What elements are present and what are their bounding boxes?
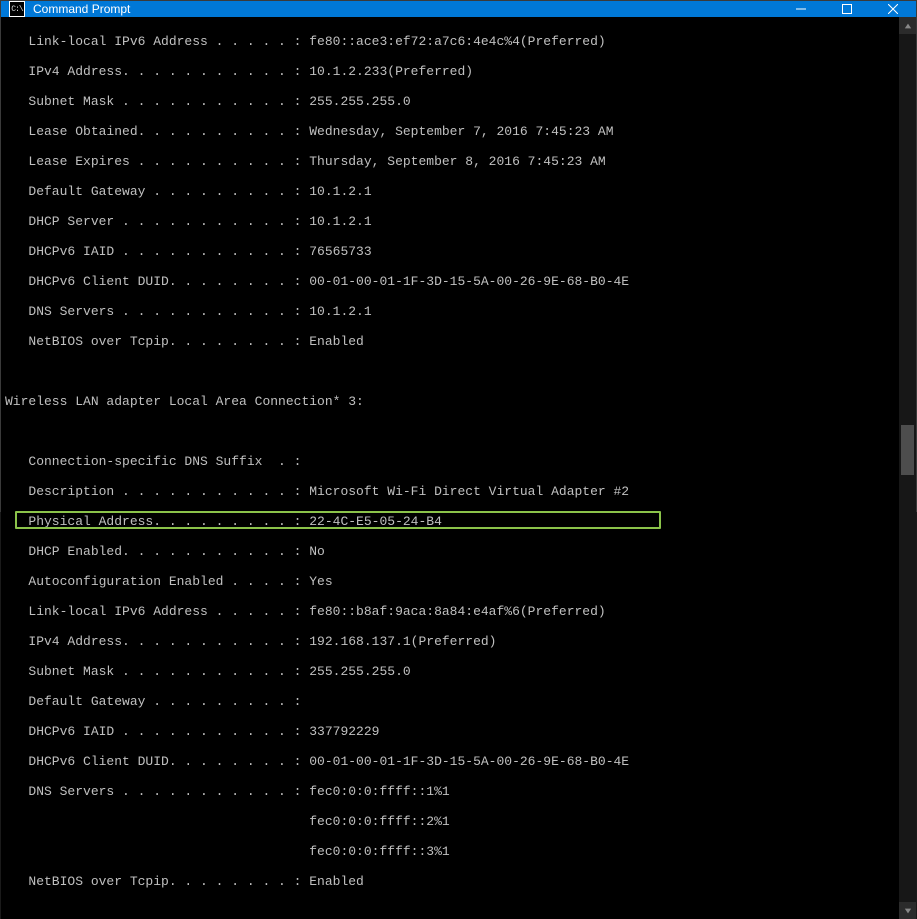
field-label: DHCP Server . . . . . . . . . . . :: [5, 214, 309, 229]
field-value: Enabled: [309, 874, 364, 889]
titlebar[interactable]: C:\ Command Prompt: [1, 1, 916, 17]
field-value: fe80::ace3:ef72:a7c6:4e4c%4(Preferred): [309, 34, 605, 49]
terminal-output[interactable]: Link-local IPv6 Address . . . . . : fe80…: [1, 17, 899, 919]
scroll-up-button[interactable]: [899, 17, 916, 34]
adapter-header: Wireless LAN adapter Local Area Connecti…: [5, 394, 364, 409]
minimize-button[interactable]: [778, 1, 824, 17]
field-label: [5, 814, 309, 829]
field-value: 00-01-00-01-1F-3D-15-5A-00-26-9E-68-B0-4…: [309, 274, 629, 289]
field-value: 76565733: [309, 244, 371, 259]
field-value: fe80::b8af:9aca:8a84:e4af%6(Preferred): [309, 604, 605, 619]
field-label: NetBIOS over Tcpip. . . . . . . . :: [5, 334, 309, 349]
field-label: Connection-specific DNS Suffix . :: [5, 454, 309, 469]
maximize-button[interactable]: [824, 1, 870, 17]
field-value: 22-4C-E5-05-24-B4: [309, 514, 442, 529]
field-label: DHCPv6 Client DUID. . . . . . . . :: [5, 754, 309, 769]
field-label: Link-local IPv6 Address . . . . . :: [5, 34, 309, 49]
field-label: [5, 844, 309, 859]
field-label: Lease Obtained. . . . . . . . . . :: [5, 124, 309, 139]
field-value: 10.1.2.1: [309, 214, 371, 229]
field-label: DHCP Enabled. . . . . . . . . . . :: [5, 544, 309, 559]
field-value: 255.255.255.0: [309, 94, 410, 109]
field-label: Physical Address. . . . . . . . . :: [5, 514, 309, 529]
field-label: Subnet Mask . . . . . . . . . . . :: [5, 664, 309, 679]
field-value: 192.168.137.1(Preferred): [309, 634, 496, 649]
field-value: fec0:0:0:ffff::2%1: [309, 814, 449, 829]
window-controls: [778, 1, 916, 17]
field-value: No: [309, 544, 325, 559]
field-value: 10.1.2.233(Preferred): [309, 64, 473, 79]
field-label: DHCPv6 IAID . . . . . . . . . . . :: [5, 724, 309, 739]
scroll-thumb[interactable]: [901, 425, 914, 475]
field-label: Default Gateway . . . . . . . . . :: [5, 694, 309, 709]
field-label: Subnet Mask . . . . . . . . . . . :: [5, 94, 309, 109]
field-value: 10.1.2.1: [309, 304, 371, 319]
field-value: 255.255.255.0: [309, 664, 410, 679]
command-prompt-window: C:\ Command Prompt Link-local IPv6 Addre…: [0, 0, 917, 512]
field-label: DNS Servers . . . . . . . . . . . :: [5, 304, 309, 319]
scroll-down-button[interactable]: [899, 902, 916, 919]
field-label: DHCPv6 IAID . . . . . . . . . . . :: [5, 244, 309, 259]
field-label: IPv4 Address. . . . . . . . . . . :: [5, 634, 309, 649]
field-value: Wednesday, September 7, 2016 7:45:23 AM: [309, 124, 613, 139]
field-label: NetBIOS over Tcpip. . . . . . . . :: [5, 874, 309, 889]
field-value: 10.1.2.1: [309, 184, 371, 199]
field-value: Enabled: [309, 334, 364, 349]
field-label: Description . . . . . . . . . . . :: [5, 484, 309, 499]
field-label: DHCPv6 Client DUID. . . . . . . . :: [5, 274, 309, 289]
field-value: 337792229: [309, 724, 379, 739]
field-value: Microsoft Wi-Fi Direct Virtual Adapter #…: [309, 484, 629, 499]
app-icon: C:\: [9, 1, 25, 17]
close-button[interactable]: [870, 1, 916, 17]
field-value: fec0:0:0:ffff::1%1: [309, 784, 449, 799]
field-label: DNS Servers . . . . . . . . . . . :: [5, 784, 309, 799]
field-value: fec0:0:0:ffff::3%1: [309, 844, 449, 859]
vertical-scrollbar[interactable]: [899, 17, 916, 919]
field-label: Autoconfiguration Enabled . . . . :: [5, 574, 309, 589]
scroll-track[interactable]: [899, 34, 916, 902]
field-label: Default Gateway . . . . . . . . . :: [5, 184, 309, 199]
field-value: Yes: [309, 574, 332, 589]
field-label: Lease Expires . . . . . . . . . . :: [5, 154, 309, 169]
window-title: Command Prompt: [33, 2, 778, 16]
field-label: IPv4 Address. . . . . . . . . . . :: [5, 64, 309, 79]
field-value: 00-01-00-01-1F-3D-15-5A-00-26-9E-68-B0-4…: [309, 754, 629, 769]
field-value: Thursday, September 8, 2016 7:45:23 AM: [309, 154, 605, 169]
field-label: Link-local IPv6 Address . . . . . :: [5, 604, 309, 619]
